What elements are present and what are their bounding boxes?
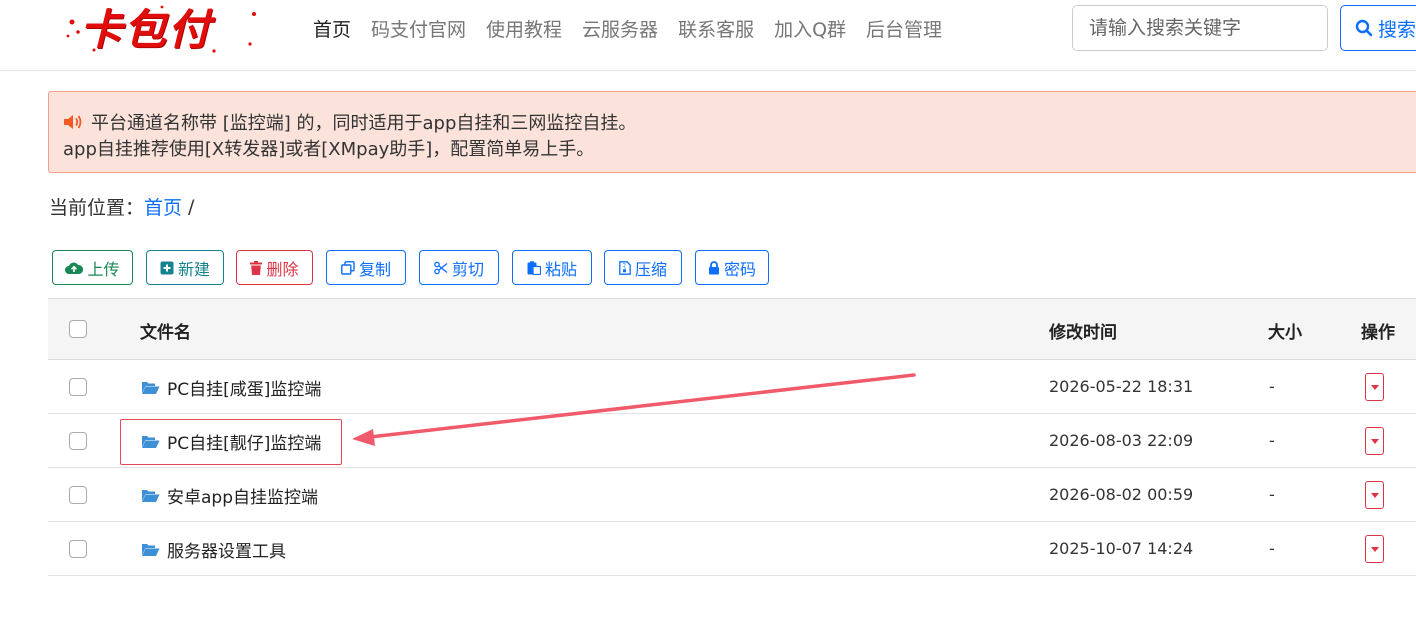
trash-icon (250, 260, 263, 275)
nav-item-cloud-server[interactable]: 云服务器 (582, 17, 658, 43)
paste-icon (527, 260, 541, 275)
table-row[interactable]: 安卓app自挂监控端 2026-08-02 00:59 - (48, 468, 1416, 522)
column-header-filename[interactable]: 文件名 (140, 318, 191, 343)
plus-square-icon (160, 261, 174, 274)
caret-down-icon (1370, 546, 1379, 552)
row-action-dropdown[interactable] (1365, 427, 1384, 455)
site-logo[interactable]: 卡包付 (64, 4, 260, 54)
file-name-link[interactable]: 安卓app自挂监控端 (141, 483, 318, 508)
copy-icon (341, 260, 355, 275)
file-name: PC自挂[咸蛋]监控端 (167, 380, 322, 400)
cut-label: 剪切 (451, 259, 484, 279)
copy-button[interactable]: 复制 (326, 250, 406, 285)
alert-text-1: 平台通道名称带 [监控端] 的，同时适用于app自挂和三网监控自挂。 (91, 113, 637, 134)
delete-button[interactable]: 删除 (236, 250, 313, 285)
breadcrumb-home-link[interactable]: 首页 (144, 193, 182, 220)
row-checkbox[interactable] (69, 540, 87, 558)
modified-time: 2025-10-07 14:24 (1049, 539, 1194, 558)
file-archive-icon (619, 260, 631, 275)
cloud-upload-icon (65, 262, 84, 274)
password-label: 密码 (723, 259, 756, 279)
logo-text: 卡包付 (80, 5, 213, 54)
notice-alert: 平台通道名称带 [监控端] 的，同时适用于app自挂和三网监控自挂。 app自挂… (48, 91, 1416, 173)
search-input[interactable] (1072, 5, 1328, 51)
row-checkbox[interactable] (69, 486, 87, 504)
select-all-checkbox[interactable] (69, 320, 87, 338)
row-action-dropdown[interactable] (1365, 535, 1384, 563)
folder-open-icon (142, 544, 160, 556)
folder-open-icon (142, 490, 160, 502)
search-button-label: 搜索 (1378, 18, 1416, 41)
column-header-size[interactable]: 大小 (1268, 318, 1302, 343)
alert-text-2: app自挂推荐使用[X转发器]或者[XMpay助手]，配置简单易上手。 (63, 139, 595, 160)
table-header-row: 文件名 修改时间 大小 操作 (48, 298, 1416, 360)
search-icon (1355, 19, 1373, 37)
row-checkbox[interactable] (69, 378, 87, 396)
caret-down-icon (1370, 438, 1379, 444)
file-size: - (1269, 485, 1275, 504)
nav-item-home[interactable]: 首页 (313, 17, 351, 43)
search-button[interactable]: 搜索 (1340, 5, 1416, 51)
caret-down-icon (1370, 492, 1379, 498)
volume-icon (64, 115, 82, 129)
top-header: 卡包付 首页 码支付官网 使用教程 云服务器 联系客服 加入Q群 后台管理 搜索 (0, 0, 1416, 71)
file-name: 服务器设置工具 (167, 542, 286, 562)
row-checkbox[interactable] (69, 432, 87, 450)
upload-label: 上传 (87, 259, 120, 279)
caret-down-icon (1370, 384, 1379, 390)
new-label: 新建 (177, 259, 210, 279)
paste-button[interactable]: 粘贴 (512, 250, 592, 285)
nav-item-tutorial[interactable]: 使用教程 (486, 17, 562, 43)
file-size: - (1269, 539, 1275, 558)
compress-button[interactable]: 压缩 (604, 250, 682, 285)
password-button[interactable]: 密码 (695, 250, 769, 285)
file-name-link[interactable]: PC自挂[靓仔]监控端 (141, 429, 321, 454)
file-name-link[interactable]: PC自挂[咸蛋]监控端 (141, 375, 321, 400)
file-size: - (1269, 377, 1275, 396)
compress-label: 压缩 (634, 259, 667, 279)
column-header-actions: 操作 (1361, 323, 1395, 343)
folder-open-icon (142, 436, 160, 448)
alert-line-1: 平台通道名称带 [监控端] 的，同时适用于app自挂和三网监控自挂。 (63, 109, 636, 135)
modified-time: 2026-05-22 18:31 (1049, 377, 1194, 396)
column-header-modified[interactable]: 修改时间 (1049, 318, 1117, 343)
file-name: PC自挂[靓仔]监控端 (167, 434, 322, 454)
breadcrumb-label: 当前位置： (49, 197, 145, 219)
upload-button[interactable]: 上传 (52, 250, 133, 285)
file-name-link[interactable]: 服务器设置工具 (141, 537, 286, 562)
scissors-icon (434, 261, 448, 274)
lock-icon (708, 260, 719, 274)
modified-time: 2026-08-02 00:59 (1049, 485, 1194, 504)
row-action-dropdown[interactable] (1365, 481, 1384, 509)
nav-item-admin[interactable]: 后台管理 (866, 17, 942, 43)
folder-open-icon (142, 382, 160, 394)
modified-time: 2026-08-03 22:09 (1049, 431, 1194, 450)
main-nav: 首页 码支付官网 使用教程 云服务器 联系客服 加入Q群 后台管理 (313, 17, 962, 43)
table-row[interactable]: PC自挂[咸蛋]监控端 2026-05-22 18:31 - (48, 360, 1416, 414)
table-row[interactable]: 服务器设置工具 2025-10-07 14:24 - (48, 522, 1416, 576)
breadcrumb-separator: / (188, 195, 195, 218)
file-name: 安卓app自挂监控端 (167, 488, 318, 508)
cut-button[interactable]: 剪切 (419, 250, 499, 285)
nav-item-join-qq-group[interactable]: 加入Q群 (774, 17, 846, 43)
copy-label: 复制 (358, 259, 391, 279)
nav-item-official-site[interactable]: 码支付官网 (371, 17, 466, 43)
nav-item-customer-service[interactable]: 联系客服 (678, 17, 754, 43)
row-action-dropdown[interactable] (1365, 373, 1384, 401)
paste-label: 粘贴 (544, 259, 577, 279)
new-button[interactable]: 新建 (146, 250, 224, 285)
file-size: - (1269, 431, 1275, 450)
breadcrumb: 当前位置： 首页 / (49, 193, 194, 220)
table-row[interactable]: PC自挂[靓仔]监控端 2026-08-03 22:09 - (48, 414, 1416, 468)
delete-label: 删除 (266, 259, 299, 279)
